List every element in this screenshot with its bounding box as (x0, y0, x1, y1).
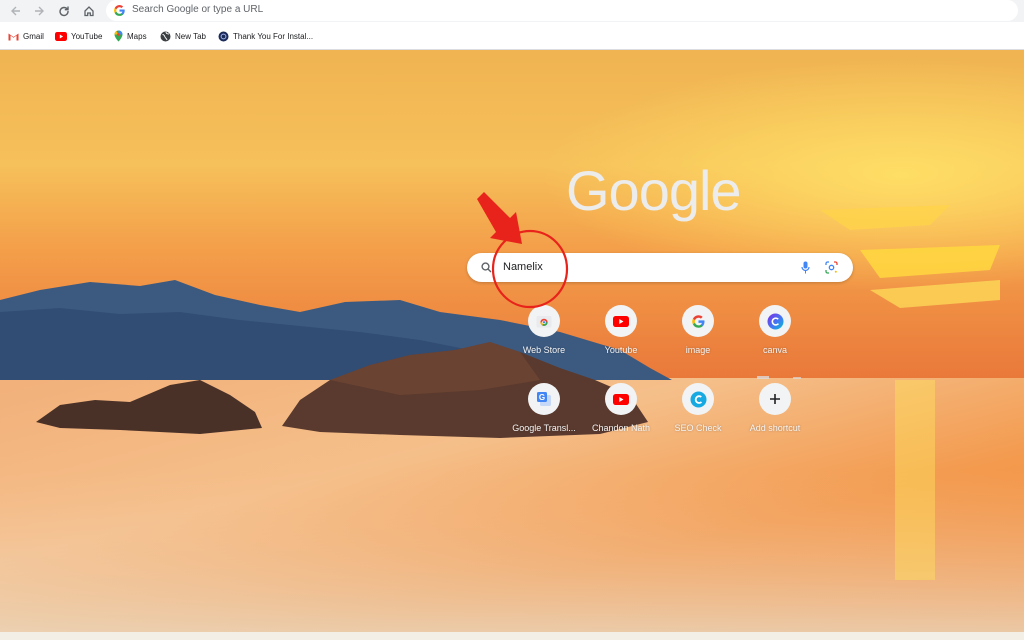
bookmark-thank-you[interactable]: Thank You For Instal... (218, 29, 313, 43)
browser-toolbar: Search Google or type a URL (0, 0, 1024, 22)
microphone-icon[interactable] (801, 261, 810, 274)
shortcut-label: Add shortcut (749, 423, 801, 433)
seo-check-icon (690, 391, 706, 407)
shortcut-web-store[interactable]: Web Store (504, 305, 584, 375)
bookmark-gmail[interactable]: Gmail (8, 29, 44, 43)
shortcut-label: Youtube (604, 345, 638, 355)
translate-icon: G (537, 392, 551, 406)
shortcut-label: Google Transl... (512, 423, 576, 433)
google-lens-icon[interactable] (825, 261, 838, 274)
maps-icon (114, 30, 123, 42)
forward-button[interactable] (31, 3, 47, 19)
reload-button[interactable] (56, 3, 72, 19)
shortcut-label: Web Store (522, 345, 566, 355)
omnibox-placeholder: Search Google or type a URL (132, 4, 264, 15)
google-logo: Google (566, 159, 742, 222)
shortcut-label: SEO Check (674, 423, 722, 433)
shortcut-seo-check[interactable]: SEO Check (658, 383, 738, 453)
search-box[interactable]: Namelix (467, 253, 853, 282)
new-tab-page: Google Namelix Web Store Youtube image c… (0, 50, 1024, 640)
back-arrow-icon (11, 6, 20, 16)
shortcut-google-translate[interactable]: G Google Transl... (504, 383, 584, 453)
youtube-icon (613, 315, 629, 327)
reload-icon (59, 6, 69, 17)
back-button[interactable] (8, 3, 24, 19)
search-input[interactable]: Namelix (503, 261, 543, 273)
bookmark-maps[interactable]: Maps (114, 29, 147, 43)
shortcut-label: canva (762, 345, 788, 355)
bookmarks-bar: Gmail YouTube Maps New Tab Thank You For… (0, 22, 1024, 50)
google-icon (114, 5, 125, 16)
canva-icon (767, 313, 783, 329)
youtube-icon (55, 31, 67, 41)
shortcut-add[interactable]: Add shortcut (735, 383, 815, 453)
home-icon (84, 6, 94, 17)
bookmark-new-tab[interactable]: New Tab (160, 29, 206, 43)
gmail-icon (8, 33, 19, 40)
shortcut-image[interactable]: image (658, 305, 738, 375)
shortcut-chandon-nath[interactable]: Chandon Nath (581, 383, 661, 453)
youtube-icon (613, 393, 629, 405)
svg-text:G: G (539, 393, 545, 402)
site-icon (218, 31, 229, 41)
bookmark-label: Thank You For Instal... (233, 31, 314, 41)
shortcut-canva[interactable]: canva (735, 305, 815, 375)
shortcut-youtube[interactable]: Youtube (581, 305, 661, 375)
bookmark-label: Maps (127, 31, 147, 41)
webstore-icon (536, 316, 552, 328)
bookmark-label: YouTube (71, 31, 103, 41)
home-button[interactable] (81, 3, 97, 19)
bookmark-label: Gmail (23, 31, 44, 41)
globe-icon (160, 31, 171, 41)
bookmark-label: New Tab (175, 31, 206, 41)
plus-icon (770, 394, 780, 404)
omnibox[interactable]: Search Google or type a URL (106, 0, 1018, 21)
bookmark-youtube[interactable]: YouTube (55, 29, 102, 43)
search-icon (481, 262, 492, 273)
shortcut-label: Chandon Nath (591, 423, 651, 433)
shortcut-label: image (685, 345, 711, 355)
forward-arrow-icon (35, 6, 44, 16)
google-icon (691, 314, 704, 328)
